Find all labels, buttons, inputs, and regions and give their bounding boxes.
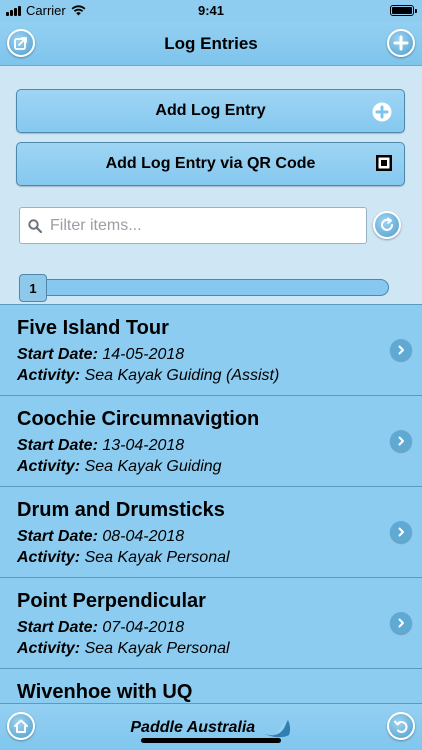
date-label: Start Date: bbox=[17, 346, 98, 363]
date-value: 13-04-2018 bbox=[102, 437, 185, 454]
page-number: 1 bbox=[29, 280, 37, 296]
activity-value: Sea Kayak Guiding (Assist) bbox=[84, 367, 280, 384]
activity-value: Sea Kayak Personal bbox=[84, 640, 230, 657]
date-label: Start Date: bbox=[17, 437, 98, 454]
status-bar: Carrier 9:41 bbox=[0, 0, 422, 22]
entry-activity: Activity: Sea Kayak Personal bbox=[17, 640, 230, 658]
status-time: 9:41 bbox=[197, 3, 225, 18]
disclosure-button[interactable] bbox=[390, 521, 412, 543]
add-log-entry-button[interactable]: Add Log Entry bbox=[16, 89, 405, 133]
date-value: 08-04-2018 bbox=[102, 528, 185, 545]
list-item[interactable]: Coochie Circumnavigtion Start Date: 13-0… bbox=[0, 395, 422, 486]
entry-activity: Activity: Sea Kayak Guiding bbox=[17, 458, 222, 476]
plus-icon bbox=[393, 35, 409, 51]
entry-date: Start Date: 07-04-2018 bbox=[17, 619, 184, 637]
activity-label: Activity: bbox=[17, 458, 81, 475]
list-item[interactable]: Drum and Drumsticks Start Date: 08-04-20… bbox=[0, 486, 422, 577]
activity-label: Activity: bbox=[17, 367, 81, 384]
chevron-right-icon bbox=[398, 436, 404, 446]
page-slider-track[interactable] bbox=[36, 279, 389, 296]
date-value: 14-05-2018 bbox=[102, 346, 185, 363]
undo-icon bbox=[394, 720, 408, 733]
add-log-entry-qr-label: Add Log Entry via QR Code bbox=[105, 155, 316, 172]
entry-activity: Activity: Sea Kayak Guiding (Assist) bbox=[17, 367, 279, 385]
chevron-right-icon bbox=[398, 618, 404, 628]
chevron-right-icon bbox=[398, 345, 404, 355]
activity-label: Activity: bbox=[17, 549, 81, 566]
disclosure-button[interactable] bbox=[390, 430, 412, 452]
entry-title: Point Perpendicular bbox=[17, 590, 206, 612]
search-field[interactable] bbox=[19, 207, 367, 244]
battery-icon bbox=[390, 5, 417, 16]
search-input[interactable] bbox=[50, 216, 350, 235]
date-label: Start Date: bbox=[17, 528, 98, 545]
entry-title: Wivenhoe with UQ bbox=[17, 681, 193, 703]
brand-label: Paddle Australia bbox=[130, 719, 256, 737]
search-icon bbox=[28, 218, 42, 233]
activity-value: Sea Kayak Guiding bbox=[84, 458, 222, 475]
list-item[interactable]: Five Island Tour Start Date: 14-05-2018 … bbox=[0, 304, 422, 395]
activity-value: Sea Kayak Personal bbox=[84, 549, 230, 566]
entry-date: Start Date: 14-05-2018 bbox=[17, 346, 184, 364]
entry-activity: Activity: Sea Kayak Personal bbox=[17, 549, 230, 567]
brand: Paddle Australia bbox=[0, 718, 422, 738]
entry-title: Drum and Drumsticks bbox=[17, 499, 225, 521]
refresh-button[interactable] bbox=[373, 211, 401, 239]
date-label: Start Date: bbox=[17, 619, 98, 636]
undo-button[interactable] bbox=[387, 712, 415, 740]
entry-title: Five Island Tour bbox=[17, 317, 169, 339]
qr-icon bbox=[376, 155, 392, 171]
chevron-right-icon bbox=[398, 527, 404, 537]
disclosure-button[interactable] bbox=[390, 612, 412, 634]
activity-label: Activity: bbox=[17, 640, 81, 657]
page-slider-thumb[interactable]: 1 bbox=[19, 274, 47, 302]
add-log-entry-label: Add Log Entry bbox=[155, 102, 266, 119]
disclosure-button[interactable] bbox=[390, 339, 412, 361]
entry-title: Coochie Circumnavigtion bbox=[17, 408, 260, 430]
home-indicator[interactable] bbox=[141, 738, 281, 743]
date-value: 07-04-2018 bbox=[102, 619, 185, 636]
list-item[interactable]: Wivenhoe with UQ bbox=[0, 668, 422, 704]
paddle-logo-icon bbox=[264, 720, 290, 738]
add-button[interactable] bbox=[387, 29, 415, 57]
list-item[interactable]: Point Perpendicular Start Date: 07-04-20… bbox=[0, 577, 422, 668]
add-log-entry-qr-button[interactable]: Add Log Entry via QR Code bbox=[16, 142, 405, 186]
page-title: Log Entries bbox=[164, 34, 258, 53]
entry-date: Start Date: 08-04-2018 bbox=[17, 528, 184, 546]
nav-bar: Log Entries bbox=[0, 22, 422, 66]
log-entry-list: Five Island Tour Start Date: 14-05-2018 … bbox=[0, 304, 422, 704]
plus-circle-icon bbox=[372, 102, 392, 122]
entry-date: Start Date: 13-04-2018 bbox=[17, 437, 184, 455]
refresh-icon bbox=[381, 217, 393, 231]
